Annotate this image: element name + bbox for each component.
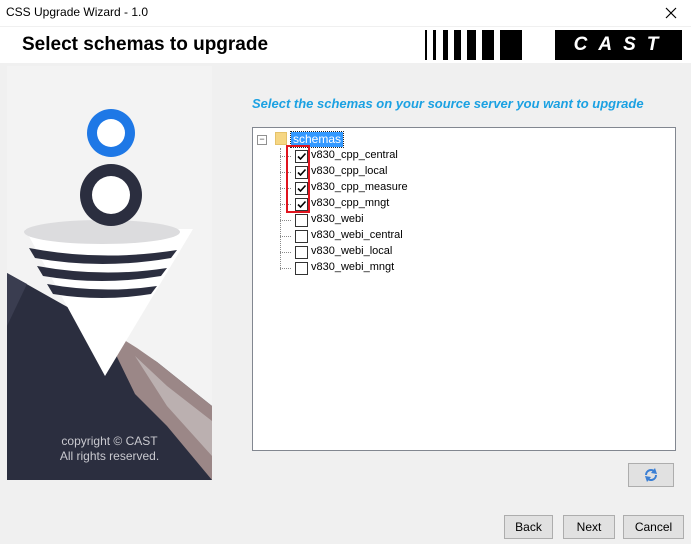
title-bar: CSS Upgrade Wizard - 1.0 <box>0 0 691 26</box>
copyright-line-2: All rights reserved. <box>59 449 160 463</box>
instruction-text: Select the schemas on your source server… <box>252 96 644 111</box>
schema-label[interactable]: v830_cpp_mngt <box>311 197 389 209</box>
logo-text: CAST <box>573 34 670 55</box>
schema-checkbox[interactable] <box>295 262 308 275</box>
next-button[interactable]: Next <box>563 515 615 539</box>
schema-label[interactable]: v830_cpp_measure <box>311 181 408 193</box>
side-illustration: copyright © CAST All rights reserved. <box>7 66 212 480</box>
schema-label[interactable]: v830_webi <box>311 213 364 225</box>
back-button[interactable]: Back <box>504 515 553 539</box>
close-button[interactable] <box>651 0 691 26</box>
copyright-line-1: copyright © CAST <box>61 434 158 448</box>
folder-icon <box>275 132 287 145</box>
tree-connector-branch <box>280 220 291 221</box>
schema-checkbox[interactable] <box>295 246 308 259</box>
cancel-button[interactable]: Cancel <box>623 515 684 539</box>
tree-connector-branch <box>280 252 291 253</box>
cast-logo: CAST <box>555 30 682 60</box>
wizard-header: Select schemas to upgrade CAST <box>0 27 691 63</box>
tree-connector-branch <box>280 236 291 237</box>
tree-connector-branch <box>280 268 291 269</box>
logo-bars <box>425 30 522 60</box>
schema-checkbox[interactable] <box>295 214 308 227</box>
refresh-button[interactable] <box>628 463 674 487</box>
schema-label[interactable]: v830_cpp_local <box>311 165 387 177</box>
schema-label[interactable]: v830_webi_local <box>311 245 392 257</box>
cast-illustration <box>7 109 212 480</box>
close-icon <box>665 7 677 19</box>
schema-label[interactable]: v830_cpp_central <box>311 149 398 161</box>
schema-checkbox[interactable] <box>295 230 308 243</box>
selection-highlight-box <box>286 145 310 213</box>
schema-label[interactable]: v830_webi_mngt <box>311 261 394 273</box>
collapse-toggle[interactable]: − <box>257 135 267 145</box>
refresh-icon <box>645 468 657 482</box>
schema-tree[interactable]: − schemas v830_cpp_central v830_cpp_local… <box>252 127 676 451</box>
page-title: Select schemas to upgrade <box>22 34 269 55</box>
window-title: CSS Upgrade Wizard - 1.0 <box>6 5 149 19</box>
copyright-text: copyright © CAST All rights reserved. <box>7 434 212 464</box>
schema-label[interactable]: v830_webi_central <box>311 229 403 241</box>
